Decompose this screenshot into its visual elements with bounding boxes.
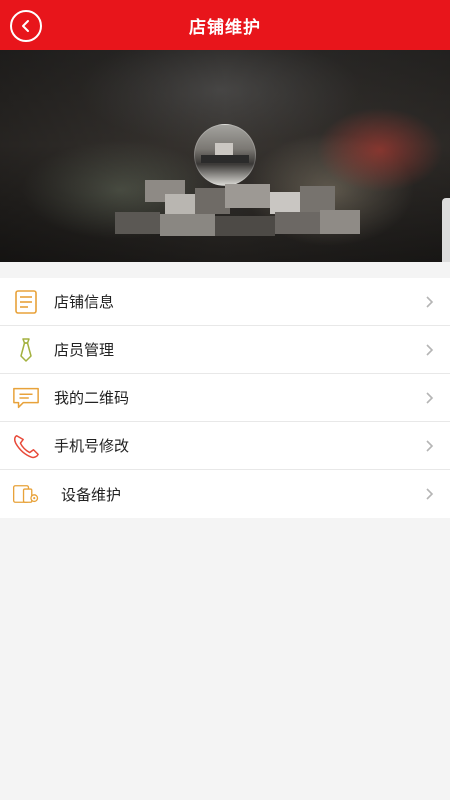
menu-item-device-maintenance[interactable]: 设备维护 (0, 470, 450, 518)
app-header: 店铺维护 (0, 0, 450, 50)
message-icon (12, 384, 40, 412)
store-avatar[interactable] (194, 124, 256, 186)
menu-label: 我的二维码 (54, 389, 130, 407)
settings-menu: 店铺信息 店员管理 我的二维码 手机号修改 设备维护 (0, 278, 450, 518)
chevron-right-icon (426, 488, 434, 500)
tie-icon (12, 336, 40, 364)
chevron-right-icon (426, 392, 434, 404)
menu-item-staff-management[interactable]: 店员管理 (0, 326, 450, 374)
chevron-right-icon (426, 344, 434, 356)
menu-item-my-qrcode[interactable]: 我的二维码 (0, 374, 450, 422)
menu-label: 手机号修改 (54, 437, 130, 455)
chevron-right-icon (426, 440, 434, 452)
menu-label: 店铺信息 (54, 293, 115, 311)
document-icon (12, 288, 40, 316)
store-banner (0, 50, 450, 262)
device-settings-icon (12, 480, 40, 508)
menu-label: 设备维护 (61, 485, 122, 504)
menu-label: 店员管理 (54, 341, 115, 359)
back-button[interactable] (10, 10, 42, 42)
side-scroll-handle[interactable] (442, 198, 450, 262)
chevron-left-icon (22, 20, 29, 32)
chevron-right-icon (426, 296, 434, 308)
menu-item-phone-change[interactable]: 手机号修改 (0, 422, 450, 470)
page-title: 店铺维护 (189, 17, 261, 38)
phone-icon (12, 432, 40, 460)
blurred-store-name (95, 180, 360, 240)
menu-item-store-info[interactable]: 店铺信息 (0, 278, 450, 326)
